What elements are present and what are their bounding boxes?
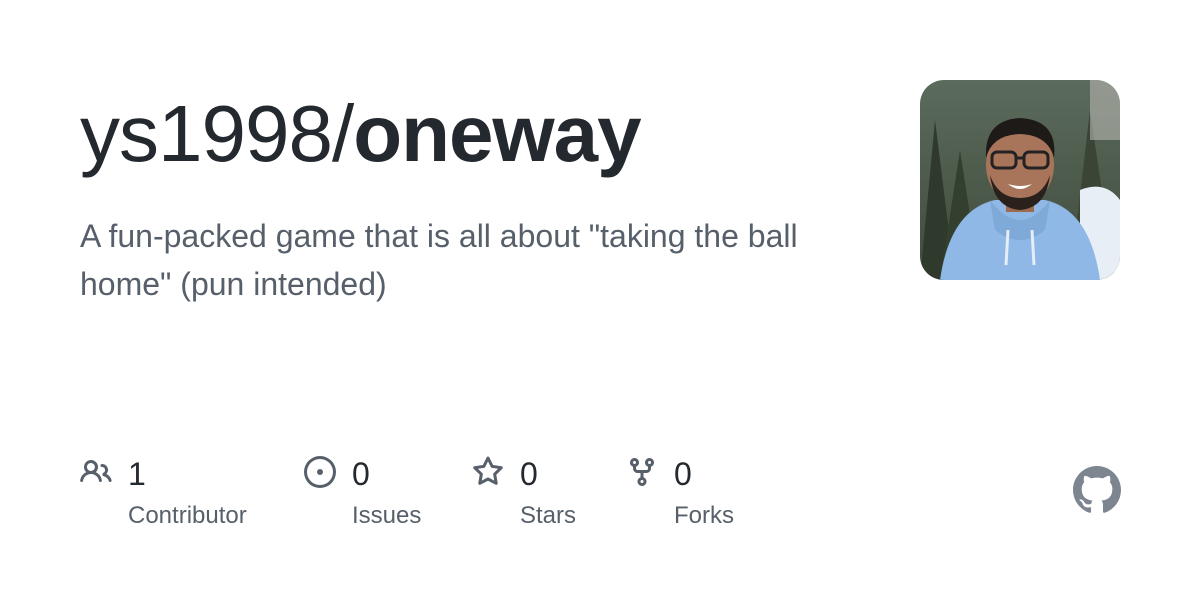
forks-stat[interactable]: 0 Forks [626, 452, 766, 542]
repo-title: ys1998/oneway [80, 86, 642, 182]
stars-stat[interactable]: 0 Stars [472, 452, 612, 542]
stars-count: 0 [520, 456, 538, 492]
repo-name: oneway [353, 89, 641, 178]
issues-label: Issues [352, 502, 422, 529]
repo-forked-icon [630, 458, 654, 487]
stars-label: Stars [520, 502, 577, 529]
social-preview-card: ys1998/oneway A fun-packed game that is … [0, 0, 1200, 600]
forks-count: 0 [674, 456, 692, 492]
repo-owner: ys1998/ [80, 89, 354, 178]
issue-opened-icon [304, 456, 336, 488]
github-mark-icon [1073, 466, 1121, 513]
contributors-label: Contributor [128, 502, 247, 529]
issues-stat[interactable]: 0 Issues [304, 452, 454, 542]
people-icon [80, 459, 112, 483]
contributors-stat[interactable]: 1 Contributor [80, 452, 280, 542]
avatar [920, 80, 1120, 280]
issues-count: 0 [352, 456, 370, 492]
forks-label: Forks [674, 502, 734, 529]
star-icon [473, 456, 503, 485]
repo-description: A fun-packed game that is all about "tak… [80, 218, 798, 302]
contributors-count: 1 [128, 456, 146, 492]
